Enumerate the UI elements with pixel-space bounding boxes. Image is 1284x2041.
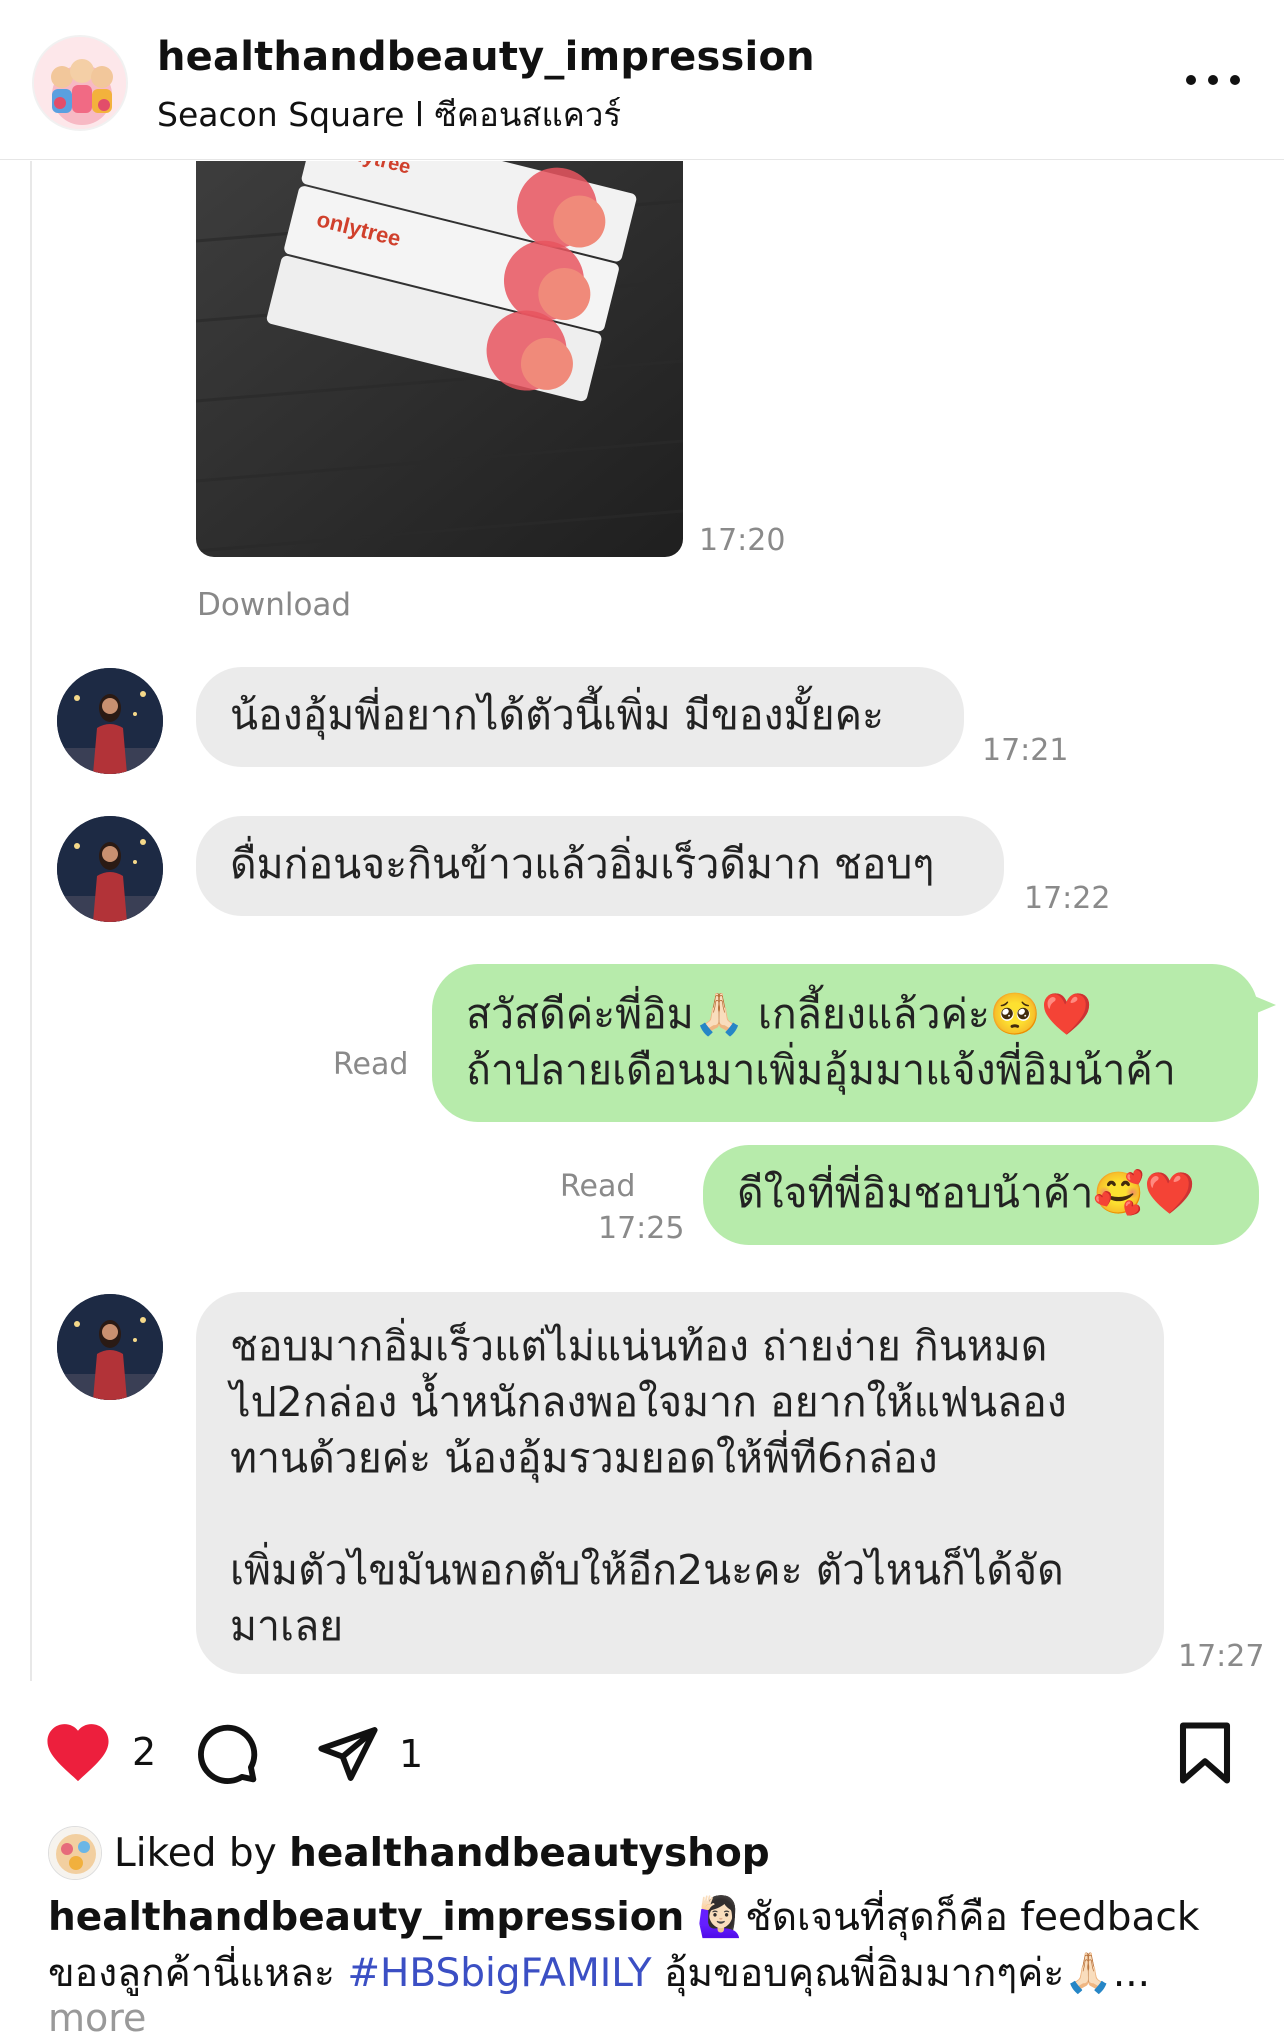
bubble-tail bbox=[1252, 995, 1276, 1015]
message-text: สวัสดีค่ะพี่อิม🙏🏻 เกลี้ยงแล้วค่ะ🥺❤️ bbox=[466, 990, 1093, 1038]
outgoing-message: สวัสดีค่ะพี่อิม🙏🏻 เกลี้ยงแล้วค่ะ🥺❤️ ถ้าป… bbox=[432, 964, 1258, 1122]
hashtag-link[interactable]: #HBSbigFAMILY bbox=[347, 1951, 651, 1996]
sender-avatar[interactable] bbox=[57, 668, 163, 774]
incoming-message: น้องอุ้มพี่อยากได้ตัวนี้เพิ่ม มีของมั้ยค… bbox=[196, 667, 964, 767]
message-text: ชอบมากอิ่มเร็วแต่ไม่แน่นท้อง ถ่ายง่าย กิ… bbox=[230, 1322, 1048, 1370]
share-button[interactable]: 1 bbox=[315, 1722, 423, 1786]
message-timestamp: 17:21 bbox=[982, 733, 1069, 768]
post-location[interactable]: Seacon Square l ซีคอนสแควร์ bbox=[157, 88, 621, 141]
message-text: ดื่มก่อนจะกินข้าวแล้วอิ่มเร็วดีมาก ชอบๆ bbox=[230, 840, 935, 888]
caption-text: ของลูกค้านี่แหละ bbox=[48, 1951, 348, 1996]
message-text bbox=[230, 1486, 1130, 1542]
post-username[interactable]: healthandbeauty_impression bbox=[157, 34, 815, 80]
read-receipt: Read bbox=[333, 1047, 409, 1082]
message-text: มาเลย bbox=[230, 1602, 344, 1650]
message-text: ทานด้วยค่ะ น้องอุ้มรวมยอดให้พี่ที6กล่อง bbox=[230, 1434, 938, 1482]
post-actions: 2 1 bbox=[0, 1700, 1284, 1810]
sender-avatar[interactable] bbox=[57, 1294, 163, 1400]
caption-username[interactable]: healthandbeauty_impression bbox=[48, 1895, 684, 1940]
liked-by[interactable]: Liked by healthandbeautyshop bbox=[48, 1826, 770, 1880]
download-link[interactable]: Download bbox=[197, 587, 351, 623]
incoming-message: ดื่มก่อนจะกินข้าวแล้วอิ่มเร็วดีมาก ชอบๆ bbox=[196, 816, 1004, 916]
product-photo: onlytree onlytree bbox=[196, 161, 683, 557]
caption-text: อุ้มขอบคุณพี่อิมมากๆค่ะ🙏🏻... bbox=[651, 1951, 1151, 1996]
comment-icon[interactable] bbox=[195, 1722, 261, 1786]
bookmark-icon[interactable] bbox=[1177, 1720, 1233, 1786]
post-header: healthandbeauty_impression Seacon Square… bbox=[0, 0, 1284, 160]
incoming-message: ชอบมากอิ่มเร็วแต่ไม่แน่นท้อง ถ่ายง่าย กิ… bbox=[196, 1292, 1164, 1674]
message-text: น้องอุ้มพี่อยากได้ตัวนี้เพิ่ม มีของมั้ยค… bbox=[230, 691, 885, 739]
chat-screenshot: onlytree onlytree 17:20 Download น้องอุ้… bbox=[0, 161, 1284, 1681]
liked-by-prefix: Liked by bbox=[114, 1830, 290, 1876]
message-timestamp: 17:27 bbox=[1178, 1639, 1265, 1674]
more-options-icon[interactable] bbox=[1186, 68, 1250, 92]
message-timestamp: 17:25 bbox=[598, 1211, 685, 1246]
heart-filled-icon[interactable] bbox=[42, 1720, 114, 1784]
share-count[interactable]: 1 bbox=[399, 1732, 423, 1776]
message-text: ถ้าปลายเดือนมาเพิ่มอุ้มมาแจ้งพี่อิมน้าค้… bbox=[466, 1046, 1176, 1094]
profile-avatar[interactable] bbox=[32, 35, 128, 131]
liked-by-avatar bbox=[48, 1826, 102, 1880]
message-text: ไป2กล่อง น้ำหนักลงพอใจมาก อยากให้แฟนลอง bbox=[230, 1378, 1067, 1426]
outgoing-message: ดีใจที่พี่อิมชอบน้าค้า🥰❤️ bbox=[703, 1145, 1259, 1245]
message-text: ดีใจที่พี่อิมชอบน้าค้า🥰❤️ bbox=[737, 1169, 1196, 1217]
message-text: เพิ่มตัวไขมันพอกตับให้อีก2นะคะ ตัวไหนก็ไ… bbox=[230, 1546, 1064, 1594]
caption-more-link[interactable]: more bbox=[48, 1996, 146, 2040]
caption-text: 🙋🏻‍♀️ชัดเจนที่สุดก็คือ feedback bbox=[684, 1895, 1200, 1940]
like-count[interactable]: 2 bbox=[132, 1730, 156, 1774]
send-icon[interactable] bbox=[315, 1722, 381, 1786]
sender-avatar[interactable] bbox=[57, 816, 163, 922]
save-button[interactable] bbox=[1177, 1720, 1233, 1786]
liked-by-user[interactable]: healthandbeautyshop bbox=[289, 1831, 770, 1876]
message-timestamp: 17:22 bbox=[1024, 881, 1111, 916]
like-button[interactable]: 2 bbox=[42, 1720, 156, 1784]
read-receipt: Read bbox=[560, 1169, 636, 1204]
comment-button[interactable] bbox=[195, 1722, 261, 1786]
divider bbox=[30, 161, 32, 1681]
photo-timestamp: 17:20 bbox=[699, 523, 786, 558]
post-caption: healthandbeauty_impression 🙋🏻‍♀️ชัดเจนที… bbox=[48, 1890, 1248, 2002]
